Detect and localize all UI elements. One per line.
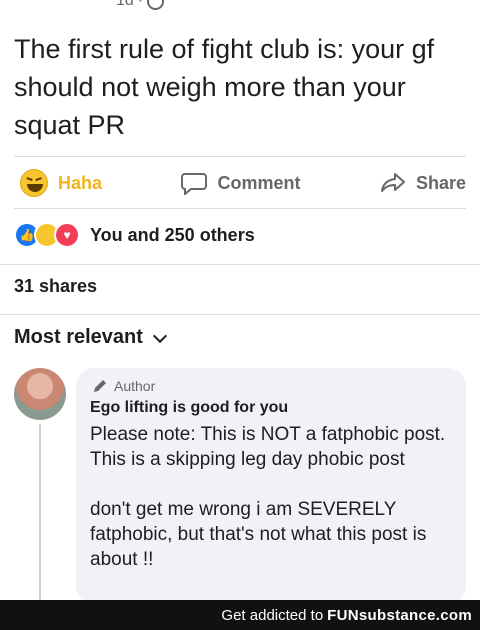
haha-emoji-icon bbox=[20, 169, 48, 197]
comment-text: Please note: This is NOT a fatphobic pos… bbox=[90, 424, 446, 570]
reactions-summary[interactable]: 👍 ♥ You and 250 others bbox=[14, 222, 255, 248]
thread-line bbox=[39, 424, 41, 604]
divider bbox=[14, 156, 466, 157]
haha-label: Haha bbox=[58, 172, 103, 193]
post-timestamp[interactable]: 1d · bbox=[116, 0, 165, 10]
chevron-down-icon bbox=[152, 328, 168, 343]
comments-filter-dropdown[interactable]: Most relevant bbox=[14, 326, 168, 349]
comments-filter-label: Most relevant bbox=[14, 326, 143, 348]
post-text: The first rule of fight club is: your gf… bbox=[14, 34, 435, 140]
reactions-text: You and 250 others bbox=[90, 224, 255, 245]
comment-button[interactable]: Comment bbox=[181, 171, 301, 195]
share-icon bbox=[380, 173, 405, 192]
avatar[interactable] bbox=[14, 368, 66, 420]
share-button[interactable]: Share bbox=[380, 171, 466, 195]
divider bbox=[0, 264, 480, 265]
watermark-footer: Get addicted to FUNsubstance.com bbox=[0, 600, 480, 630]
post-actions: Haha Comment Share bbox=[20, 158, 466, 208]
comment-label: Comment bbox=[217, 172, 301, 193]
haha-button[interactable]: Haha bbox=[20, 169, 102, 197]
shares-count[interactable]: 31 shares bbox=[14, 276, 97, 297]
share-label: Share bbox=[415, 172, 466, 193]
pencil-icon bbox=[94, 380, 106, 392]
footer-prefix: Get addicted to bbox=[221, 606, 324, 624]
comment-author-name[interactable]: Ego lifting is good for you bbox=[90, 399, 288, 417]
author-badge-label: Author bbox=[114, 378, 156, 394]
footer-brand: FUNsubstance.com bbox=[327, 606, 472, 624]
reaction-icons: 👍 ♥ bbox=[14, 222, 80, 248]
author-badge: Author bbox=[92, 378, 155, 394]
comment-icon bbox=[181, 173, 208, 195]
divider bbox=[14, 208, 466, 209]
timestamp-text: 1d bbox=[116, 0, 134, 9]
love-reaction-icon: ♥ bbox=[54, 222, 80, 248]
divider bbox=[0, 314, 480, 315]
globe-icon bbox=[147, 0, 165, 10]
